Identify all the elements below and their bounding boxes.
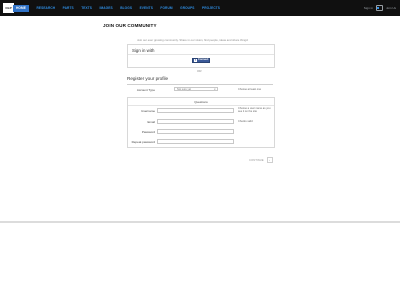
or-separator: OR xyxy=(197,69,202,73)
email-input[interactable] xyxy=(157,119,234,124)
divider xyxy=(128,54,274,55)
footer-divider xyxy=(0,221,400,223)
repeat-password-input[interactable] xyxy=(157,139,234,144)
nav-home[interactable]: HOME xyxy=(13,4,29,12)
nav-texts[interactable]: TEXTS xyxy=(81,6,92,10)
username-input[interactable] xyxy=(157,108,234,113)
nav-groups[interactable]: GROUPS xyxy=(180,6,194,10)
divider xyxy=(127,84,273,85)
intro-text: Join our ever growing community. Share i… xyxy=(137,38,249,42)
nav-images[interactable]: IMAGES xyxy=(100,6,113,10)
username-hint: Choose a user name as you see it on the … xyxy=(238,107,271,114)
username-label: Username xyxy=(141,109,155,113)
account-links: Sign in Join Us xyxy=(364,5,396,11)
main-nav: HOME RESEARCH PARTS TEXTS IMAGES BLOGS E… xyxy=(13,0,228,16)
register-heading: Register your profile xyxy=(127,76,169,81)
chevron-down-icon: ▾ xyxy=(214,88,216,91)
email-hint: Checks valid xyxy=(238,120,253,123)
continue-button[interactable]: CONTINUE › xyxy=(249,157,273,163)
facebook-connect-button[interactable]: f Connect xyxy=(192,58,210,63)
email-label: Email xyxy=(147,120,155,124)
account-type-hint: Choose at least one xyxy=(238,88,262,91)
nav-research[interactable]: RESEARCH xyxy=(36,6,55,10)
sign-in-link[interactable]: Sign in xyxy=(364,6,373,10)
account-type-select[interactable]: Not sure yet ▾ xyxy=(174,87,218,91)
nav-projects[interactable]: PROJECTS xyxy=(202,6,220,10)
password-input[interactable] xyxy=(157,129,234,134)
social-signin-panel: Sign in with f Connect xyxy=(127,44,275,68)
divider xyxy=(128,105,274,106)
password-label: Password xyxy=(141,130,155,134)
account-type-label: Account Type xyxy=(136,87,155,92)
user-toggle-icon[interactable] xyxy=(375,5,383,11)
facebook-connect-label: Connect xyxy=(198,58,209,61)
join-link[interactable]: Join Us xyxy=(386,6,396,10)
facebook-icon: f xyxy=(193,57,197,62)
signin-heading: Sign in with xyxy=(132,47,155,53)
questions-heading: Questions xyxy=(194,100,208,104)
repeat-password-label: Repeat password xyxy=(131,140,155,144)
nav-parts[interactable]: PARTS xyxy=(63,6,74,10)
arrow-right-icon: › xyxy=(266,157,273,163)
account-type-value: Not sure yet xyxy=(177,88,191,91)
nav-events[interactable]: EVENTS xyxy=(140,6,153,10)
nav-blogs[interactable]: BLOGS xyxy=(120,6,132,10)
continue-label: CONTINUE xyxy=(249,158,264,162)
nav-forum[interactable]: FORUM xyxy=(160,6,172,10)
page-title: JOIN OUR COMMUNITY xyxy=(103,23,157,28)
top-navigation-bar: OLP HOME RESEARCH PARTS TEXTS IMAGES BLO… xyxy=(0,0,400,16)
